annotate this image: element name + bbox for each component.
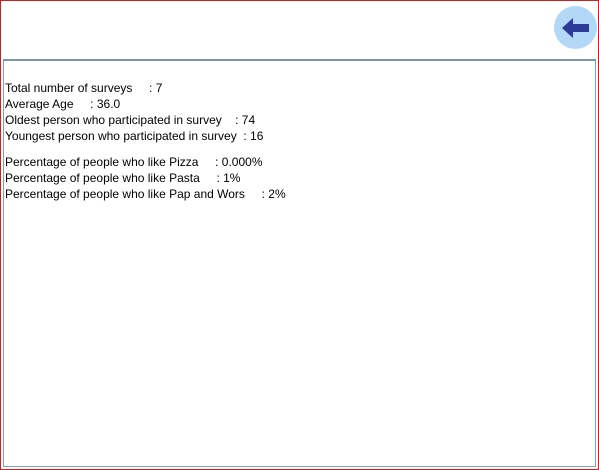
oldest-person-text: Oldest person who participated in survey… <box>5 113 256 127</box>
average-age-text: Average Age : 36.0 <box>5 97 121 111</box>
arrow-left-icon <box>561 17 589 38</box>
pap-and-wors-percentage-text: Percentage of people who like Pap and Wo… <box>5 187 286 201</box>
total-surveys-text: Total number of surveys : 7 <box>5 81 163 95</box>
back-button[interactable] <box>554 6 597 49</box>
results-panel: Total number of surveys : 7 Average Age … <box>3 59 596 467</box>
pizza-percentage-text: Percentage of people who like Pizza : 0.… <box>5 155 263 169</box>
youngest-person-text: Youngest person who participated in surv… <box>5 129 264 143</box>
pasta-percentage-text: Percentage of people who like Pasta : 1% <box>5 171 241 185</box>
survey-results-window: Total number of surveys : 7 Average Age … <box>0 0 599 470</box>
